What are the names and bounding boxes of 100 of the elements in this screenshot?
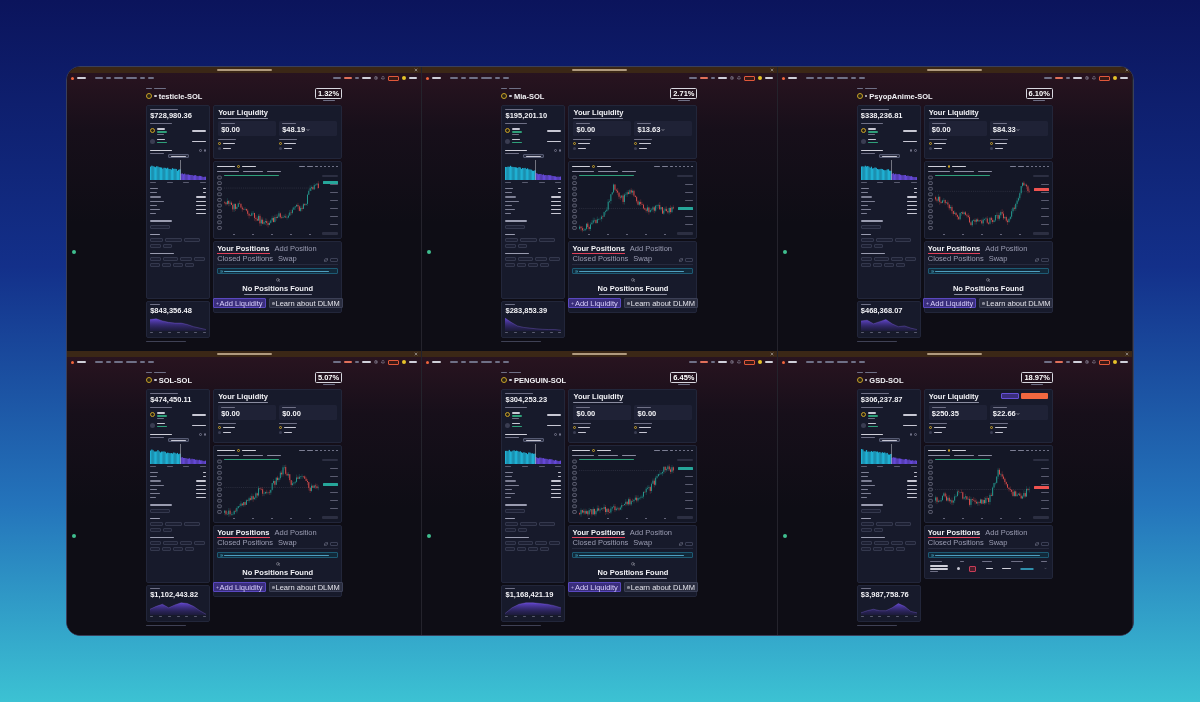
tag-chip[interactable] [150,540,162,545]
filter-button[interactable] [330,542,339,546]
filter-button[interactable] [685,542,694,546]
tag-chip[interactable] [860,527,872,532]
tag-chip[interactable] [163,243,173,248]
tool-strip-icon[interactable] [217,458,223,515]
action-button[interactable] [1000,393,1019,399]
close-icon[interactable] [769,352,774,356]
tag-chip[interactable] [904,256,916,261]
tag-chip[interactable] [539,237,556,242]
filter-button[interactable] [330,258,339,262]
refresh-icon[interactable] [324,542,329,546]
bell-icon[interactable] [736,360,741,364]
settings-icon[interactable] [374,360,379,364]
bell-icon[interactable] [381,76,386,80]
tag-chip[interactable] [860,237,874,242]
tag-chip[interactable] [860,224,881,229]
tag-chip[interactable] [883,262,894,267]
close-icon[interactable] [414,68,419,72]
tag-chip[interactable] [150,527,162,532]
tag-chip[interactable] [150,256,162,261]
tag-chip[interactable] [860,243,872,248]
tag-chip[interactable] [875,237,893,242]
tag-chip[interactable] [150,546,161,551]
tag-chip[interactable] [165,237,183,242]
tag-chip[interactable] [872,546,882,551]
bell-icon[interactable] [1092,360,1096,364]
tag-chip[interactable] [549,256,561,261]
tag-chip[interactable] [162,262,172,267]
filter-button[interactable] [1040,258,1049,262]
tag-chip[interactable] [517,262,527,267]
outline-button[interactable] [1099,75,1110,81]
tag-chip[interactable] [518,527,528,532]
tag-chip[interactable] [860,540,872,545]
outline-button[interactable] [743,359,755,365]
outline-button[interactable] [388,359,400,365]
tag-chip[interactable] [505,262,516,267]
tag-chip[interactable] [194,540,206,545]
tag-chip[interactable] [150,262,161,267]
tag-chip[interactable] [904,540,916,545]
tag-chip[interactable] [163,256,179,261]
tag-chip[interactable] [872,262,882,267]
refresh-icon[interactable] [324,258,329,262]
tag-chip[interactable] [505,243,517,248]
tool-strip-icon[interactable] [572,458,578,515]
tag-chip[interactable] [185,546,195,551]
tag-chip[interactable] [540,262,550,267]
tag-chip[interactable] [184,521,201,526]
tag-chip[interactable] [173,546,184,551]
settings-icon[interactable] [729,76,734,80]
tag-chip[interactable] [535,256,548,261]
tag-chip[interactable] [894,237,911,242]
tag-chip[interactable] [890,256,903,261]
close-icon[interactable] [769,68,774,72]
tag-chip[interactable] [873,243,883,248]
tag-chip[interactable] [150,237,164,242]
bell-icon[interactable] [736,76,741,80]
refresh-icon[interactable] [1034,542,1039,546]
tag-chip[interactable] [890,540,903,545]
action-button[interactable] [1020,393,1048,399]
outline-button[interactable] [743,75,755,81]
tag-chip[interactable] [180,540,193,545]
tag-chip[interactable] [150,224,171,229]
tag-chip[interactable] [505,508,526,513]
tag-chip[interactable] [894,521,911,526]
tag-chip[interactable] [518,540,534,545]
tag-chip[interactable] [180,256,193,261]
tag-chip[interactable] [185,262,195,267]
refresh-icon[interactable] [1034,258,1039,262]
outline-button[interactable] [388,75,400,81]
settings-icon[interactable] [729,360,734,364]
tag-chip[interactable] [505,527,517,532]
close-icon[interactable] [414,352,419,356]
tag-chip[interactable] [505,256,517,261]
tag-chip[interactable] [895,262,905,267]
tag-chip[interactable] [883,546,894,551]
tag-chip[interactable] [184,237,201,242]
tag-chip[interactable] [875,521,893,526]
tag-chip[interactable] [165,521,183,526]
tag-chip[interactable] [518,256,534,261]
tag-chip[interactable] [505,237,519,242]
refresh-icon[interactable] [679,542,684,546]
refresh-icon[interactable] [679,258,684,262]
settings-icon[interactable] [374,76,379,80]
tag-chip[interactable] [549,540,561,545]
tag-chip[interactable] [860,546,871,551]
bell-icon[interactable] [381,360,386,364]
tag-chip[interactable] [520,237,538,242]
tag-chip[interactable] [873,527,883,532]
tag-chip[interactable] [505,521,519,526]
tool-strip-icon[interactable] [927,174,933,231]
tool-strip-icon[interactable] [572,174,578,231]
tag-chip[interactable] [173,262,184,267]
tag-chip[interactable] [163,527,173,532]
filter-button[interactable] [1040,542,1049,546]
tag-chip[interactable] [873,540,889,545]
tool-strip-icon[interactable] [217,174,223,231]
tag-chip[interactable] [505,224,526,229]
close-icon[interactable] [1125,68,1129,72]
settings-icon[interactable] [1085,360,1089,364]
